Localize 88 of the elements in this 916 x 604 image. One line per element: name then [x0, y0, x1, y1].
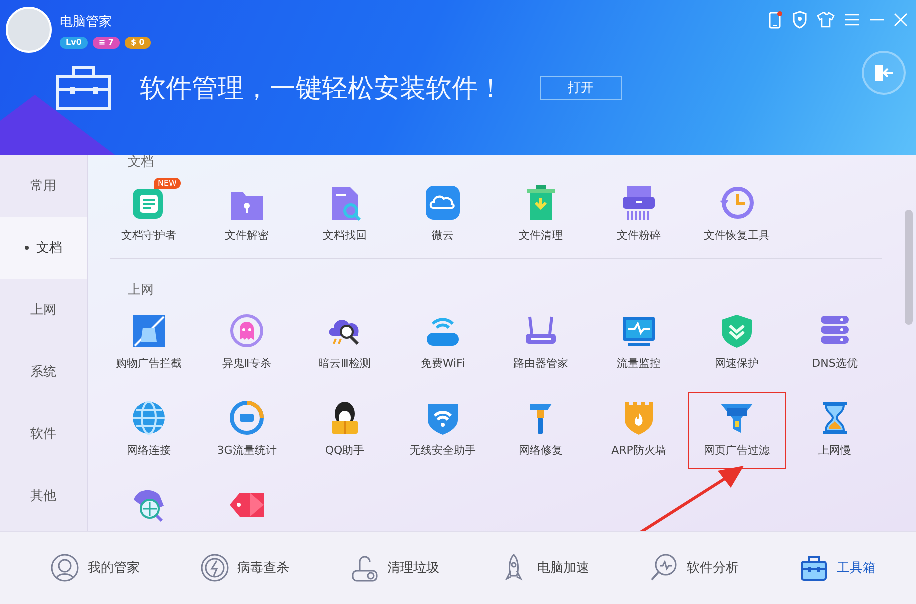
sidebar-item[interactable]: 上网 — [0, 279, 87, 341]
toolbox-icon — [56, 65, 112, 111]
tool-label: ARP防火墙 — [612, 443, 666, 458]
tool-label: QQ助手 — [325, 443, 365, 458]
sidebar-item[interactable]: 系统 — [0, 341, 87, 403]
sidebar-item[interactable]: 其他 — [0, 465, 87, 527]
level-badge: ≡ 7 — [92, 37, 120, 49]
exit-button[interactable] — [862, 51, 906, 95]
tool-tile[interactable]: 免费WiFi — [394, 305, 492, 382]
level-badge: $ 0 — [124, 37, 151, 49]
open-button[interactable]: 打开 — [540, 76, 622, 100]
tool-tile[interactable]: 无线安全助手 — [394, 392, 492, 469]
globe-icon — [130, 399, 168, 437]
shirt-icon[interactable] — [817, 12, 835, 28]
section-title: 上网 — [128, 282, 154, 299]
tool-label: 免费WiFi — [420, 356, 466, 371]
tool-label: 3G流量统计 — [217, 443, 277, 458]
toolbox-icon — [799, 553, 830, 583]
exit-icon — [874, 64, 894, 82]
tool-label: 上网慢 — [818, 443, 852, 458]
nav-item[interactable]: 清理垃圾 — [350, 553, 440, 583]
person-icon — [50, 553, 80, 583]
ghost-icon — [228, 312, 266, 350]
shopping-bag-icon — [130, 312, 168, 350]
tool-tile[interactable]: QQ助手 — [296, 392, 394, 469]
nav-item[interactable]: 病毒查杀 — [200, 553, 290, 583]
tool-label: 暗云Ⅲ检测 — [319, 356, 371, 371]
tool-label: 购物广告拦截 — [116, 356, 182, 371]
tool-label: 文件清理 — [519, 228, 563, 243]
app-name: 电脑管家 — [60, 14, 113, 31]
nav-item[interactable]: 工具箱 — [799, 553, 876, 583]
shield-icon[interactable] — [792, 11, 808, 29]
tool-tile[interactable]: 3G流量统计 — [198, 392, 296, 469]
banner-title: 软件管理，一键轻松安装软件！ — [140, 72, 504, 106]
tool-tile[interactable]: 异鬼Ⅱ专杀 — [198, 305, 296, 382]
scrollbar[interactable] — [905, 210, 913, 325]
tool-label: 无线安全助手 — [410, 443, 476, 458]
tool-label: 网页广告过滤 — [704, 443, 770, 458]
nav-item[interactable]: 软件分析 — [649, 553, 740, 583]
tool-label: 文档守护者 — [122, 228, 176, 243]
close-icon[interactable] — [894, 13, 908, 27]
tool-label: 文件粉碎 — [617, 228, 661, 243]
tool-tile[interactable]: 网络修复 — [492, 392, 590, 469]
tool-tile[interactable]: 微云 — [394, 177, 492, 254]
tool-tile[interactable]: 文件清理 — [492, 177, 590, 254]
tool-label: 网络修复 — [519, 443, 563, 458]
magnifier-pulse-icon — [649, 553, 680, 583]
tool-tile[interactable]: DNS选优 — [786, 305, 884, 382]
nav-item[interactable]: 我的管家 — [50, 553, 140, 583]
tool-tile[interactable]: 网络连接 — [100, 392, 198, 469]
sidebar-item[interactable]: 常用 — [0, 155, 87, 217]
tool-tile[interactable]: 网页广告过滤 — [688, 392, 786, 469]
cloud-icon — [424, 184, 462, 222]
sidebar-item[interactable]: 文档 — [0, 217, 87, 279]
lightning-icon — [200, 553, 230, 583]
tool-tile[interactable]: 文件粉碎 — [590, 177, 688, 254]
phone-icon[interactable] — [769, 11, 783, 29]
tool-tile[interactable]: 文档找回 — [296, 177, 394, 254]
section-title: 文档 — [128, 155, 154, 171]
shredder-icon — [620, 184, 658, 222]
tool-tile[interactable]: 流量监控 — [590, 305, 688, 382]
tool-tile[interactable]: NEW 文档守护者 — [100, 177, 198, 254]
tool-tile[interactable]: 路由器管家 — [492, 305, 590, 382]
tool-tile[interactable]: 上网慢 — [786, 392, 884, 469]
tool-label: 异鬼Ⅱ专杀 — [222, 356, 272, 371]
tool-tile[interactable]: 网速保护 — [688, 305, 786, 382]
avatar[interactable] — [6, 7, 52, 53]
tool-label: 网络连接 — [127, 443, 171, 458]
menu-icon[interactable] — [844, 13, 860, 27]
tool-tile[interactable]: ARP防火墙 — [590, 392, 688, 469]
nav-item[interactable]: 电脑加速 — [499, 553, 590, 583]
tool-label: 路由器管家 — [514, 356, 568, 371]
tool-label: 网速保护 — [715, 356, 759, 371]
tool-tile[interactable]: 文件恢复工具 — [688, 177, 786, 254]
tool-label: 微云 — [432, 228, 454, 243]
tool-label: DNS选优 — [812, 356, 858, 371]
tool-label: 流量监控 — [617, 356, 661, 371]
sidebar-item[interactable]: 软件 — [0, 403, 87, 465]
tool-label: 文件恢复工具 — [704, 228, 770, 243]
tool-tile[interactable]: 暗云Ⅲ检测 — [296, 305, 394, 382]
new-badge: NEW — [154, 178, 181, 189]
tool-label: 文件解密 — [225, 228, 269, 243]
tool-tile[interactable]: 文件解密 — [198, 177, 296, 254]
clock-icon — [718, 184, 756, 222]
ring-icon — [228, 399, 266, 437]
level-badge: Lv0 — [60, 37, 88, 49]
tool-tile[interactable]: 购物广告拦截 — [100, 305, 198, 382]
tool-label: 文档找回 — [323, 228, 367, 243]
